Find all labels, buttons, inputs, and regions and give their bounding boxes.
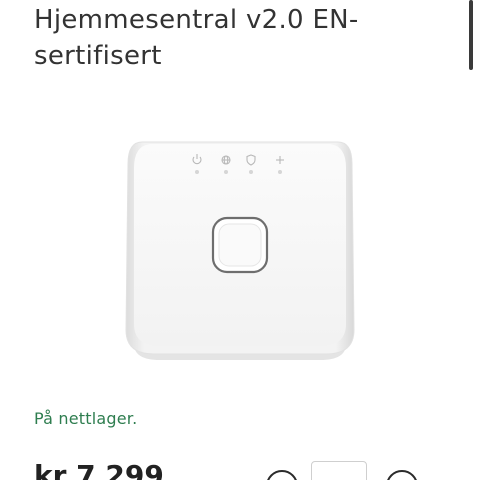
stock-status: På nettlager. — [34, 409, 138, 428]
product-price: kr 7 299 — [34, 459, 164, 480]
product-image — [125, 141, 355, 360]
product-title: Hjemmesentral v2.0 EN-sertifisert — [34, 5, 359, 71]
quantity-input[interactable] — [311, 461, 367, 480]
center-button — [211, 216, 269, 274]
scrollbar[interactable] — [469, 0, 473, 70]
quantity-increase-button[interactable]: + — [386, 470, 418, 480]
quantity-decrease-button[interactable]: − — [266, 470, 298, 480]
